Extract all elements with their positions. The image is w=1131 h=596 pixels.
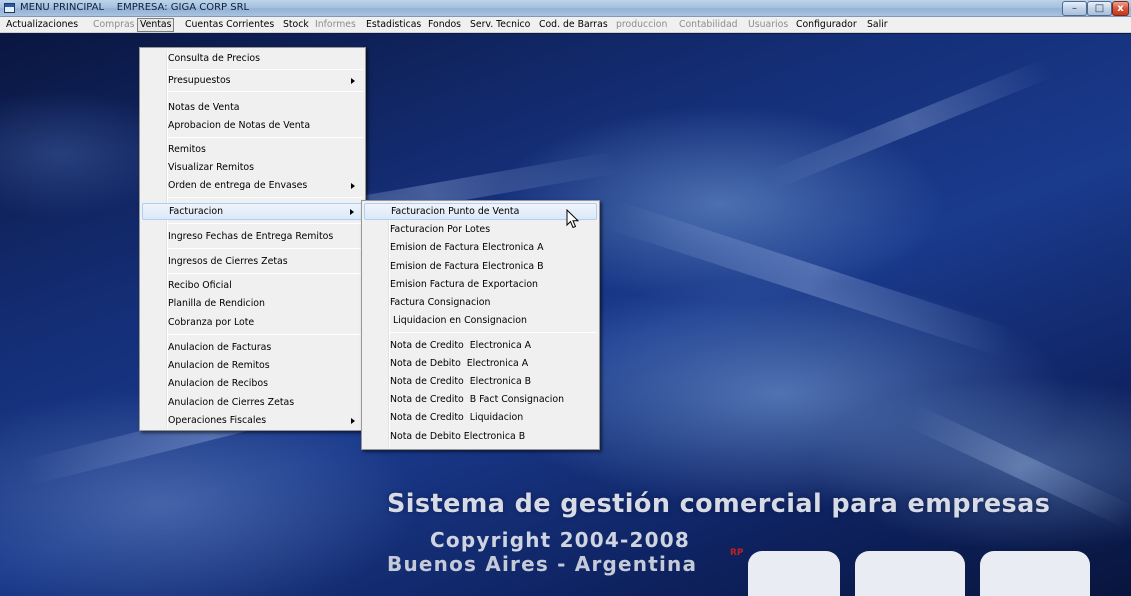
menu-separator — [168, 69, 363, 70]
submenu-arrow-icon — [350, 209, 354, 215]
menu-estadisticas[interactable]: Estadisticas — [364, 18, 423, 32]
menu-item-facturacion[interactable]: Facturacion — [142, 203, 363, 220]
menu-item-emision-factura-electronica-b[interactable]: Emision de Factura Electronica B — [364, 258, 597, 275]
menu-separator — [168, 223, 363, 224]
minimize-button[interactable]: – — [1062, 1, 1087, 16]
menu-item-nota-credito-b-fact-consignacion[interactable]: Nota de Credito B Fact Consignacion — [364, 391, 597, 408]
light-streak — [767, 58, 1053, 190]
menu-cuentas-corrientes[interactable]: Cuentas Corrientes — [183, 18, 276, 32]
location-text: Buenos Aires - Argentina — [387, 552, 698, 576]
menu-actualizaciones[interactable]: Actualizaciones — [4, 18, 80, 32]
menu-bar: Actualizaciones Compras Ventas Cuentas C… — [0, 17, 1131, 33]
menu-produccion[interactable]: produccion — [614, 18, 669, 32]
menu-separator — [168, 137, 363, 138]
menu-contabilidad[interactable]: Contabilidad — [677, 18, 740, 32]
menu-item-aprobacion-notas-de-venta[interactable]: Aprobacion de Notas de Venta — [142, 117, 363, 134]
menu-item-liquidacion-en-consignacion[interactable]: Liquidacion en Consignacion — [364, 312, 597, 329]
submenu-arrow-icon — [351, 78, 355, 84]
menu-item-emision-factura-exportacion[interactable]: Emision Factura de Exportacion — [364, 276, 597, 293]
slogan-text: Sistema de gestión comercial para empres… — [387, 489, 1051, 519]
menu-usuarios[interactable]: Usuarios — [746, 18, 790, 32]
maximize-button[interactable]: □ — [1087, 1, 1112, 16]
menu-serv-tecnico[interactable]: Serv. Tecnico — [468, 18, 532, 32]
menu-item-ingreso-fechas-entrega-remitos[interactable]: Ingreso Fechas de Entrega Remitos — [142, 228, 363, 245]
menu-item-nota-debito-electronica-b[interactable]: Nota de Debito Electronica B — [364, 428, 597, 445]
menu-item-label: Orden de entrega de Envases — [168, 180, 308, 191]
menu-separator — [168, 197, 363, 198]
menu-item-label: Operaciones Fiscales — [168, 415, 267, 426]
menu-item-remitos[interactable]: Remitos — [142, 141, 363, 158]
menu-ventas[interactable]: Ventas — [137, 18, 175, 32]
window-title: MENU PRINCIPAL EMPRESA: GIGA CORP SRL — [20, 2, 250, 13]
menu-item-nota-credito-electronica-b[interactable]: Nota de Credito Electronica B — [364, 373, 597, 390]
menu-item-anulacion-cierres-zetas[interactable]: Anulacion de Cierres Zetas — [142, 394, 363, 411]
menu-item-cobranza-por-lote[interactable]: Cobranza por Lote — [142, 314, 363, 331]
menu-cod-de-barras[interactable]: Cod. de Barras — [537, 18, 610, 32]
menu-fondos[interactable]: Fondos — [426, 18, 463, 32]
menu-item-recibo-oficial[interactable]: Recibo Oficial — [142, 277, 363, 294]
copyright-text: Copyright 2004-2008 — [430, 528, 690, 552]
ventas-menu: Consulta de Precios Presupuestos Notas d… — [139, 47, 366, 431]
menu-item-ingresos-cierres-zetas[interactable]: Ingresos de Cierres Zetas — [142, 253, 363, 270]
menu-item-factura-consignacion[interactable]: Factura Consignacion — [364, 294, 597, 311]
mouse-pointer-icon — [566, 209, 580, 229]
menu-item-anulacion-de-recibos[interactable]: Anulacion de Recibos — [142, 375, 363, 392]
submenu-arrow-icon — [351, 418, 355, 424]
menu-stock[interactable]: Stock — [281, 18, 311, 32]
menu-item-label: Presupuestos — [168, 75, 231, 86]
menu-separator — [168, 273, 363, 274]
menu-item-presupuestos[interactable]: Presupuestos — [142, 72, 363, 89]
menu-item-consulta-de-precios[interactable]: Consulta de Precios — [142, 50, 363, 67]
menu-item-emision-factura-electronica-a[interactable]: Emision de Factura Electronica A — [364, 239, 597, 256]
menu-item-nota-credito-liquidacion[interactable]: Nota de Credito Liquidacion — [364, 409, 597, 426]
logo-letter-3 — [980, 551, 1090, 596]
menu-separator — [168, 248, 363, 249]
menu-salir[interactable]: Salir — [865, 18, 890, 32]
app-icon — [4, 3, 15, 13]
logo-letter-2 — [855, 551, 965, 596]
menu-item-nota-credito-electronica-a[interactable]: Nota de Credito Electronica A — [364, 337, 597, 354]
menu-item-operaciones-fiscales[interactable]: Operaciones Fiscales — [142, 412, 363, 429]
logo-letter-1 — [748, 551, 840, 596]
menu-item-anulacion-de-remitos[interactable]: Anulacion de Remitos — [142, 357, 363, 374]
light-streak — [605, 199, 1015, 359]
menu-compras[interactable]: Compras — [91, 18, 137, 32]
menu-item-anulacion-de-facturas[interactable]: Anulacion de Facturas — [142, 339, 363, 356]
menu-item-facturacion-punto-de-venta[interactable]: Facturacion Punto de Venta — [364, 203, 597, 220]
menu-item-facturacion-por-lotes[interactable]: Facturacion Por Lotes — [364, 221, 597, 238]
menu-separator — [390, 332, 597, 333]
menu-item-label: Facturacion — [169, 206, 224, 217]
submenu-arrow-icon — [351, 183, 355, 189]
menu-item-nota-debito-electronica-a[interactable]: Nota de Debito Electronica A — [364, 355, 597, 372]
facturacion-submenu: Facturacion Punto de Venta Facturacion P… — [361, 200, 600, 450]
title-bar[interactable]: MENU PRINCIPAL EMPRESA: GIGA CORP SRL – … — [0, 0, 1131, 17]
menu-informes[interactable]: Informes — [313, 18, 358, 32]
menu-separator — [168, 91, 363, 92]
menu-item-orden-de-entrega-envases[interactable]: Orden de entrega de Envases — [142, 177, 363, 194]
menu-item-notas-de-venta[interactable]: Notas de Venta — [142, 99, 363, 116]
menu-item-visualizar-remitos[interactable]: Visualizar Remitos — [142, 159, 363, 176]
menu-configurador[interactable]: Configurador — [794, 18, 859, 32]
menu-separator — [168, 334, 363, 335]
close-button[interactable]: x — [1112, 1, 1129, 16]
logo-mark: RP — [730, 548, 744, 558]
menu-item-planilla-de-rendicion[interactable]: Planilla de Rendicion — [142, 295, 363, 312]
